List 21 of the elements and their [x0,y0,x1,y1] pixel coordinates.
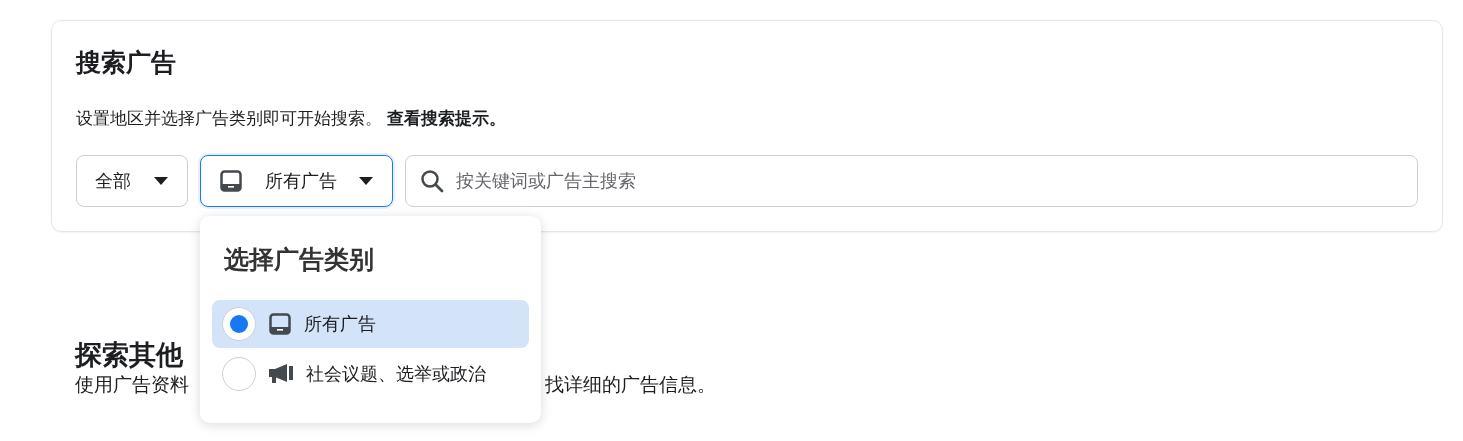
tablet-icon [268,312,292,336]
tablet-icon [219,169,243,193]
menu-title: 选择广告类别 [224,244,375,275]
caret-icon [153,176,169,186]
option-label: 所有广告 [304,313,376,336]
card-description: 设置地区并选择广告类别即可开始搜索。 查看搜索提示。 [76,108,507,130]
search-field[interactable]: 按关键词或广告主搜索 [405,155,1418,207]
option-label: 社会议题、选举或政治 [306,363,486,386]
region-select[interactable]: 全部 [76,155,188,207]
caret-icon [358,176,374,186]
card-title: 搜索广告 [76,47,177,78]
category-select[interactable]: 所有广告 [200,155,393,207]
megaphone-icon [268,363,294,385]
section-description: 使用广告资料 [75,373,189,397]
section-title: 探索其他 [75,339,184,372]
radio-button[interactable] [222,357,256,391]
radio-button[interactable] [222,307,256,341]
search-icon [420,169,444,193]
category-option[interactable]: 社会议题、选举或政治 [212,350,529,398]
section-description: 找详细的广告信息。 [545,373,716,397]
category-option[interactable]: 所有广告 [212,300,529,348]
